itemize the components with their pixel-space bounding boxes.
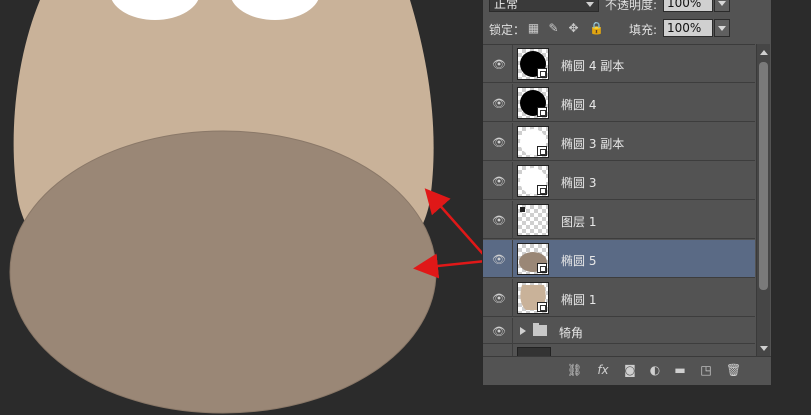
opacity-input[interactable]: 100% — [663, 0, 713, 12]
fx-icon[interactable]: fx — [593, 363, 613, 377]
muzzle-ellipse — [9, 130, 437, 414]
blend-mode-value: 正常 — [494, 0, 519, 11]
layer-row[interactable]: 👁 椭圆 3 — [483, 162, 755, 200]
chevron-down-icon — [586, 2, 594, 7]
layer-name: 椭圆 3 — [561, 176, 597, 190]
layer-thumbnail — [517, 282, 549, 314]
eye-icon: 👁 — [492, 292, 506, 305]
layer-thumbnail — [517, 204, 549, 236]
layer-thumbnail — [517, 165, 549, 197]
eye-icon: 👁 — [492, 175, 506, 188]
scrollbar-thumb[interactable] — [759, 62, 768, 290]
layer-group-row[interactable]: 👁 犄角 — [483, 318, 755, 344]
lock-transparent-icon[interactable]: ▦ — [527, 22, 540, 35]
fill-label: 填充: — [629, 23, 658, 37]
vector-mask-icon — [537, 185, 547, 195]
layer-row[interactable]: 👁 图层 1 — [483, 201, 755, 239]
fill-dropdown-button[interactable] — [714, 19, 730, 37]
folder-icon — [533, 323, 547, 336]
visibility-toggle[interactable]: 👁 — [483, 318, 513, 344]
layer-name: 犄角 — [559, 326, 584, 340]
eye-icon: 👁 — [492, 325, 506, 338]
layer-name: 椭圆 5 — [561, 254, 597, 268]
link-icon[interactable]: ⛓ — [567, 363, 582, 377]
scroll-up-icon[interactable] — [760, 50, 768, 55]
layer-name: 椭圆 1 — [561, 293, 597, 307]
layers-scrollbar[interactable] — [756, 44, 770, 356]
eye-icon: 👁 — [492, 97, 506, 110]
layer-name: 椭圆 4 — [561, 98, 597, 112]
mask-icon[interactable]: ◙ — [623, 363, 637, 377]
layer-thumbnail — [517, 243, 549, 275]
blend-options-row: 正常 不透明度: 100% — [483, 0, 771, 16]
layers-list: 👁 椭圆 4 副本 👁 椭圆 4 👁 椭圆 3 副本 👁 椭圆 3 👁 图层 1… — [483, 44, 755, 357]
layer-row[interactable]: 👁 椭圆 4 — [483, 84, 755, 122]
lock-move-icon[interactable]: ✥ — [567, 22, 580, 35]
layer-name: 图层 1 — [561, 215, 597, 229]
trash-icon[interactable]: 🗑 — [726, 363, 741, 377]
blend-mode-select[interactable]: 正常 — [489, 0, 599, 12]
vector-mask-icon — [537, 107, 547, 117]
opacity-label: 不透明度: — [605, 0, 658, 12]
eye-icon: 👁 — [492, 253, 506, 266]
layer-row-selected[interactable]: 👁 椭圆 5 — [483, 240, 755, 278]
fill-input[interactable]: 100% — [663, 19, 713, 37]
layer-name: 椭圆 4 副本 — [561, 59, 625, 73]
lock-all-icon[interactable]: 🔒 — [589, 22, 604, 35]
vector-mask-icon — [537, 263, 547, 273]
layer-row[interactable]: 👁 椭圆 1 — [483, 279, 755, 317]
lock-row: 锁定： ▦ ✎ ✥ 🔒 填充: 100% — [483, 17, 771, 41]
eye-icon: 👁 — [492, 58, 506, 71]
visibility-toggle[interactable]: 👁 — [483, 84, 513, 122]
layer-thumbnail — [517, 126, 549, 158]
opacity-dropdown-button[interactable] — [714, 0, 730, 12]
adjustment-icon[interactable]: ◐ — [648, 363, 662, 377]
visibility-toggle[interactable]: 👁 — [483, 279, 513, 317]
layers-panel: 正常 不透明度: 100% 锁定： ▦ ✎ ✥ 🔒 填充: 100% 👁 椭圆 … — [482, 0, 772, 385]
visibility-toggle[interactable]: 👁 — [483, 45, 513, 83]
scroll-down-icon[interactable] — [760, 346, 768, 351]
layer-row[interactable]: 👁 椭圆 4 副本 — [483, 45, 755, 83]
vector-mask-icon — [537, 302, 547, 312]
visibility-toggle[interactable]: 👁 — [483, 240, 513, 278]
layer-name: 椭圆 3 副本 — [561, 137, 625, 151]
layer-row[interactable]: 👁 椭圆 3 副本 — [483, 123, 755, 161]
new-layer-icon[interactable]: ◳ — [699, 363, 713, 377]
vector-mask-icon — [537, 68, 547, 78]
visibility-toggle[interactable]: 👁 — [483, 123, 513, 161]
lock-label: 锁定： — [489, 23, 526, 37]
expand-arrow-icon[interactable] — [520, 327, 526, 335]
eye-icon: 👁 — [492, 136, 506, 149]
layer-thumbnail — [517, 48, 549, 80]
vector-mask-icon — [537, 146, 547, 156]
visibility-toggle[interactable]: 👁 — [483, 201, 513, 239]
layer-thumbnail — [517, 87, 549, 119]
lock-paint-icon[interactable]: ✎ — [547, 22, 560, 35]
visibility-toggle[interactable]: 👁 — [483, 162, 513, 200]
folder-icon[interactable]: ▬ — [673, 363, 687, 377]
eye-icon: 👁 — [492, 214, 506, 227]
layers-footer-toolbar: ⛓ fx ◙ ◐ ▬ ◳ 🗑 — [483, 356, 771, 385]
